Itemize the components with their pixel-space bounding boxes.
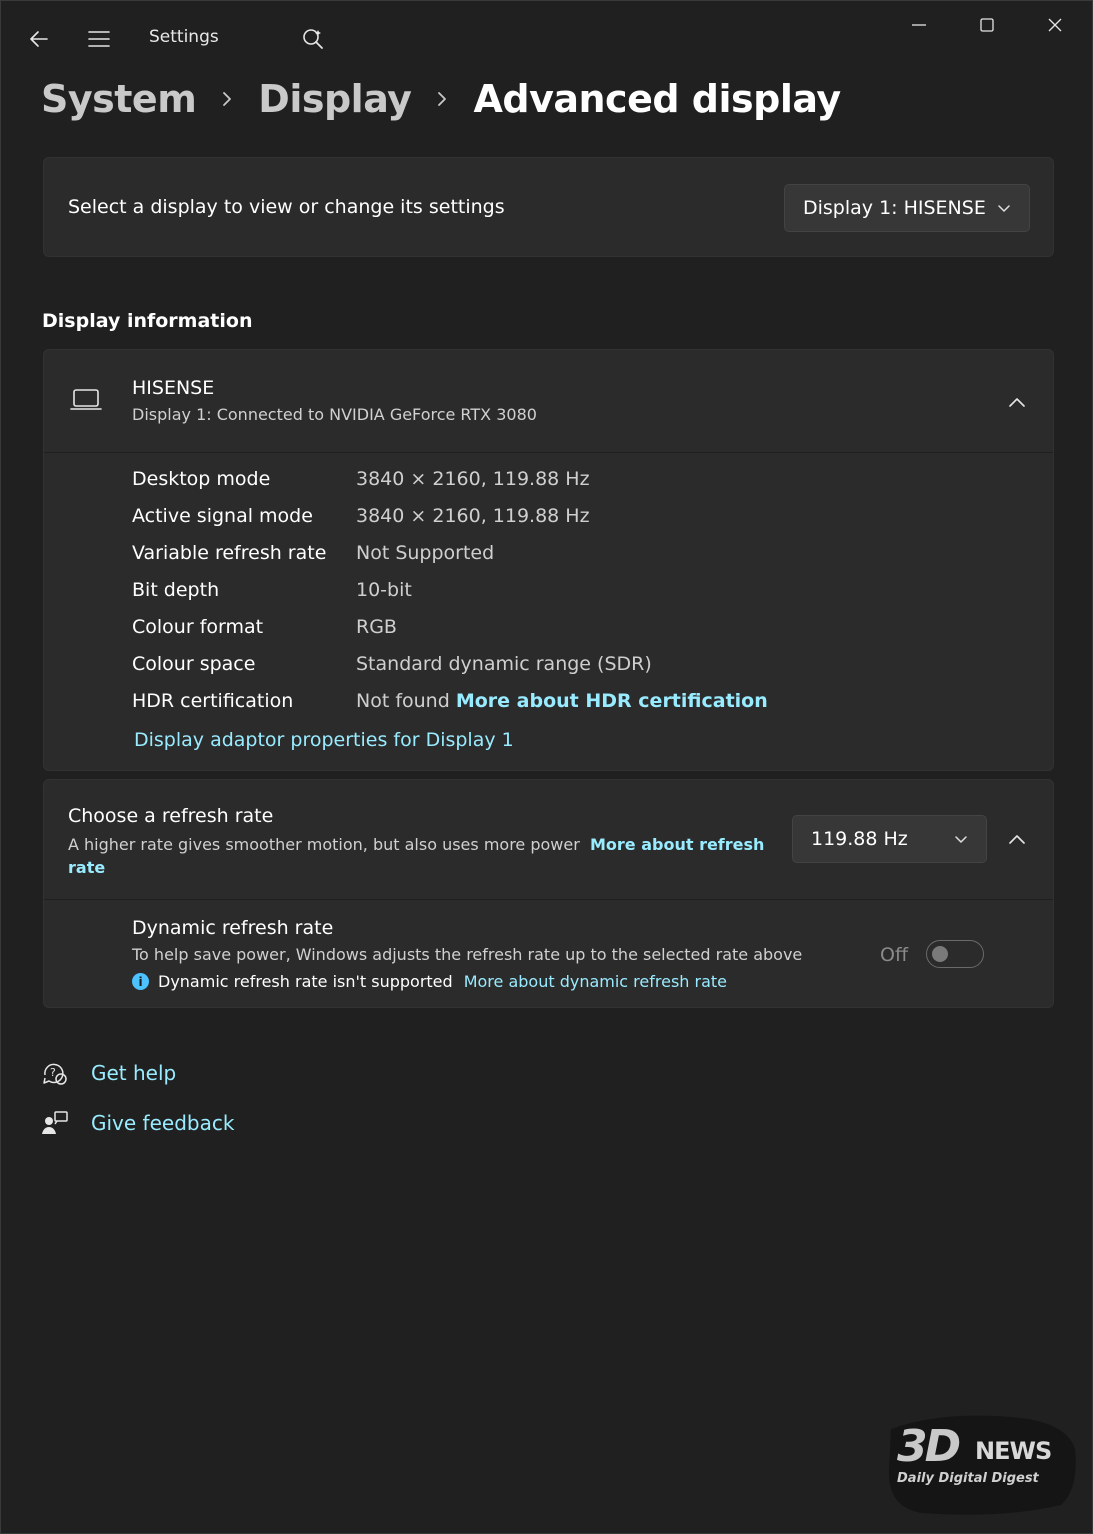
- svg-text:?: ?: [50, 1066, 56, 1079]
- display-select-label: Select a display to view or change its s…: [68, 196, 505, 218]
- display-dropdown-value: Display 1: HISENSE: [803, 197, 986, 219]
- chevron-down-icon: [954, 834, 968, 844]
- section-title-display-information: Display information: [42, 310, 253, 332]
- search-icon: [303, 29, 323, 49]
- info-key: Colour format: [132, 616, 264, 638]
- hdr-certification-link[interactable]: More about HDR certification: [456, 690, 768, 712]
- help-icon: ?: [41, 1059, 91, 1087]
- navigation-menu-button[interactable]: [81, 21, 117, 57]
- info-value: Not Supported: [356, 542, 495, 564]
- dynamic-refresh-link[interactable]: More about dynamic refresh rate: [464, 972, 727, 991]
- maximize-button[interactable]: [964, 7, 1010, 43]
- search-button[interactable]: [295, 21, 331, 57]
- info-key: Desktop mode: [132, 468, 271, 490]
- get-help-link[interactable]: Get help: [91, 1061, 176, 1085]
- info-icon: i: [132, 973, 149, 990]
- monitor-connection: Display 1: Connected to NVIDIA GeForce R…: [132, 405, 537, 424]
- info-value: 3840 × 2160, 119.88 Hz: [356, 505, 590, 527]
- info-key: Variable refresh rate: [132, 542, 327, 564]
- info-value: Standard dynamic range (SDR): [356, 653, 652, 675]
- laptop-icon: [70, 389, 102, 410]
- breadcrumb: System Display Advanced display: [41, 73, 841, 125]
- toggle-knob: [932, 946, 948, 962]
- info-value-with-link: Not found More about HDR certification: [356, 690, 768, 712]
- page-title: Advanced display: [473, 77, 841, 121]
- chevron-right-icon: [196, 90, 258, 108]
- refresh-rate-value: 119.88 Hz: [811, 828, 908, 850]
- refresh-rate-title: Choose a refresh rate: [68, 805, 274, 827]
- app-title: Settings: [149, 27, 219, 47]
- minimize-button[interactable]: [896, 7, 942, 43]
- watermark-news: NEWS: [975, 1437, 1052, 1465]
- refresh-rate-dropdown[interactable]: 119.88 Hz: [792, 815, 987, 863]
- title-bar: Settings: [1, 1, 1092, 75]
- info-value: Not found: [356, 690, 450, 712]
- info-value: RGB: [356, 616, 397, 638]
- hamburger-menu-icon: [88, 31, 110, 47]
- settings-window: Settings System Display Advanced display…: [0, 0, 1093, 1534]
- watermark-tagline: Daily Digital Digest: [897, 1471, 1039, 1486]
- back-arrow-icon: [30, 31, 48, 47]
- dynamic-refresh-note-text: Dynamic refresh rate isn't supported: [158, 972, 453, 991]
- display-information-header[interactable]: HISENSE Display 1: Connected to NVIDIA G…: [44, 350, 1053, 453]
- feedback-icon: [41, 1109, 91, 1137]
- dynamic-refresh-toggle-label: Off: [880, 944, 909, 966]
- monitor-name: HISENSE: [132, 377, 215, 399]
- chevron-up-icon: [1009, 835, 1025, 844]
- minimize-icon: [912, 24, 926, 26]
- dynamic-refresh-toggle[interactable]: [926, 940, 984, 968]
- dynamic-refresh-title: Dynamic refresh rate: [132, 917, 334, 939]
- display-dropdown[interactable]: Display 1: HISENSE: [784, 184, 1030, 232]
- back-button[interactable]: [21, 21, 57, 57]
- close-button[interactable]: [1032, 7, 1078, 43]
- collapse-refresh-rate-button[interactable]: [1001, 823, 1033, 855]
- info-key: Active signal mode: [132, 505, 313, 527]
- info-key: HDR certification: [132, 690, 294, 712]
- give-feedback-link-row[interactable]: Give feedback: [41, 1109, 234, 1137]
- info-value: 10-bit: [356, 579, 412, 601]
- info-value: 3840 × 2160, 119.88 Hz: [356, 468, 590, 490]
- dynamic-refresh-description: To help save power, Windows adjusts the …: [132, 945, 803, 964]
- display-adaptor-properties-link[interactable]: Display adaptor properties for Display 1: [134, 729, 514, 751]
- dynamic-refresh-note: i Dynamic refresh rate isn't supported M…: [132, 972, 727, 991]
- chevron-down-icon: [997, 203, 1011, 213]
- display-select-card: Select a display to view or change its s…: [43, 157, 1054, 257]
- refresh-rate-card: Choose a refresh rate A higher rate give…: [43, 779, 1054, 1008]
- get-help-link-row[interactable]: ? Get help: [41, 1059, 176, 1087]
- watermark-3d: 3D: [897, 1421, 961, 1472]
- chevron-up-icon: [1009, 398, 1025, 407]
- collapse-display-info-button[interactable]: [1001, 386, 1033, 418]
- maximize-icon: [980, 18, 994, 32]
- refresh-rate-header: Choose a refresh rate A higher rate give…: [44, 780, 1053, 900]
- display-information-card: HISENSE Display 1: Connected to NVIDIA G…: [43, 349, 1054, 771]
- info-key: Colour space: [132, 653, 256, 675]
- info-key: Bit depth: [132, 579, 220, 601]
- chevron-right-icon: [411, 90, 473, 108]
- breadcrumb-system[interactable]: System: [41, 77, 197, 121]
- refresh-rate-desc-text: A higher rate gives smoother motion, but…: [68, 835, 580, 854]
- close-icon: [1048, 18, 1062, 32]
- give-feedback-link[interactable]: Give feedback: [91, 1111, 234, 1135]
- 3dnews-watermark: 3D NEWS Daily Digital Digest: [881, 1409, 1081, 1521]
- refresh-rate-description: A higher rate gives smoother motion, but…: [68, 833, 768, 879]
- breadcrumb-display[interactable]: Display: [258, 77, 412, 121]
